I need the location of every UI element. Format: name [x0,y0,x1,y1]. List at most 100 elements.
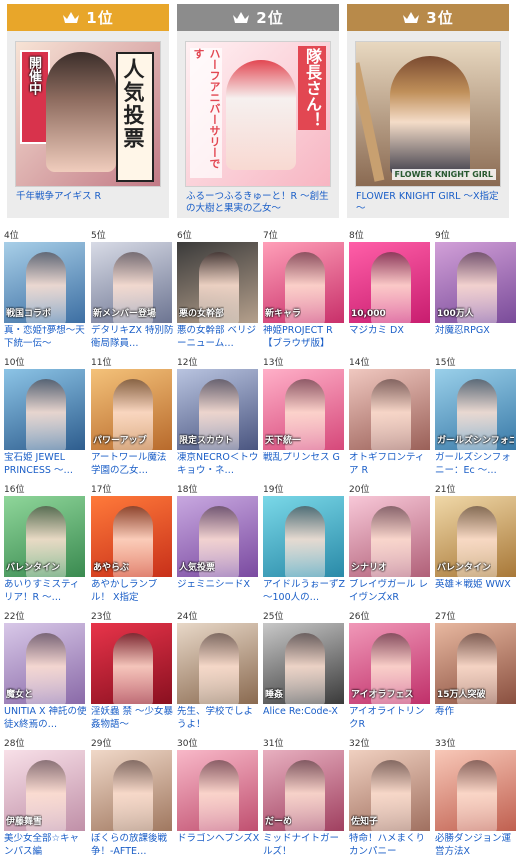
ranking-item[interactable]: 4位 戦国コラボ 真・恋姫†夢想～天下統一伝～ [2,230,88,351]
game-title[interactable]: マジカミ DX [349,325,433,351]
game-title-3[interactable]: FLOWER KNIGHT GIRL ～X指定～ [356,191,504,215]
ranking-item[interactable]: 12位 限定スカウト 凍京NECRO＜トウキョウ・ネ… [175,357,261,478]
ranking-item[interactable]: 33位 必勝ダンジョン運営方法X [433,738,517,859]
game-title[interactable]: UNITIA X 神託の使徒x終焉の… [4,706,88,732]
game-thumbnail-1[interactable]: 開催中 人気投票 [15,41,161,187]
game-title[interactable]: 先生、学校でしようよ！ [177,706,261,732]
game-title[interactable]: アートワール魔法学園の乙女… [91,452,175,478]
game-title[interactable]: ブレイヴガール レイヴンズxR [349,579,433,605]
game-thumbnail[interactable]: 人気投票 [177,496,258,577]
ranking-item[interactable]: 9位 100万人 対魔忍RPGX [433,230,517,351]
game-thumbnail[interactable]: アイオラフェス [349,623,430,704]
top-card-1[interactable]: 1位 開催中 人気投票 千年戦争アイギス R [7,4,169,218]
game-thumbnail[interactable]: 魔女と [4,623,85,704]
game-thumbnail[interactable] [177,750,258,831]
game-thumbnail[interactable]: シナリオ [349,496,430,577]
game-title[interactable]: ガールズシンフォニー：Ec ～… [435,452,517,478]
game-thumbnail[interactable]: 限定スカウト [177,369,258,450]
game-thumbnail[interactable]: 15万人突破 [435,623,516,704]
game-thumbnail[interactable]: 天下統一 [263,369,344,450]
ranking-item[interactable]: 29位 ぼくらの放課後戦争！-AFTE… [89,738,175,859]
game-thumbnail[interactable]: あやらぶ [91,496,172,577]
game-title-2[interactable]: ふるーつふるきゅーと！R ～創生の大樹と果実の乙女～ [186,191,334,215]
game-thumbnail[interactable]: ガールズシンフォニー [435,369,516,450]
ranking-item[interactable]: 6位 悪の女幹部 悪の女幹部 ベリジーニューム… [175,230,261,351]
ranking-item[interactable]: 24位 先生、学校でしようよ！ [175,611,261,732]
game-thumbnail[interactable] [91,623,172,704]
game-title[interactable]: Alice Re:Code-X [263,706,347,732]
game-title[interactable]: オトギフロンティア R [349,452,433,478]
ranking-item[interactable]: 25位 睡姦 Alice Re:Code-X [261,611,347,732]
game-thumbnail[interactable]: 100万人 [435,242,516,323]
game-title[interactable]: ジェミニシードX [177,579,261,605]
game-title[interactable]: 戦乱プリンセス G [263,452,347,478]
game-thumbnail[interactable]: だーめ [263,750,344,831]
ranking-item[interactable]: 16位 バレンタイン あいりすミスティリア！R ～… [2,484,88,605]
game-title[interactable]: あやかしランブル！ X指定 [91,579,175,605]
ranking-item[interactable]: 21位 バレンタイン 英雄＊戦姫 WWX [433,484,517,605]
game-title[interactable]: 英雄＊戦姫 WWX [435,579,517,605]
ranking-item[interactable]: 20位 シナリオ ブレイヴガール レイヴンズxR [347,484,433,605]
ranking-item[interactable]: 15位ガールズシンフォニーガールズシンフォニー：Ec ～… [433,357,517,478]
game-title[interactable]: アイドルうぉーずZ～100人の… [263,579,347,605]
game-thumbnail-3[interactable]: FLOWER KNIGHT GIRL [355,41,501,187]
ranking-item[interactable]: 28位 伊藤舞雪 美少女全部☆キャンパス編 [2,738,88,859]
ranking-item[interactable]: 8位 10,000 マジカミ DX [347,230,433,351]
game-title[interactable]: アイオライトリンクR [349,706,433,732]
ranking-item[interactable]: 19位 アイドルうぉーずZ～100人の… [261,484,347,605]
game-title[interactable]: 真・恋姫†夢想～天下統一伝～ [4,325,88,351]
game-title[interactable]: 宝石姫 JEWEL PRINCESS ～… [4,452,88,478]
game-title[interactable]: 美少女全部☆キャンパス編 [4,833,88,859]
game-thumbnail[interactable]: 戦国コラボ [4,242,85,323]
game-thumbnail-2[interactable]: 隊長さん！ ハーフアニバーサリーです [185,41,331,187]
ranking-item[interactable]: 18位 人気投票 ジェミニシードX [175,484,261,605]
game-title[interactable]: デタリキZX 特別防衛局隊員… [91,325,175,351]
game-title[interactable]: 特命！ハメまくりカンパニー [349,833,433,859]
game-thumbnail[interactable]: 悪の女幹部 [177,242,258,323]
game-thumbnail[interactable]: バレンタイン [435,496,516,577]
ranking-item[interactable]: 13位 天下統一 戦乱プリンセス G [261,357,347,478]
ranking-item[interactable]: 32位 佐知子 特命！ハメまくりカンパニー [347,738,433,859]
ranking-item[interactable]: 14位 オトギフロンティア R [347,357,433,478]
ranking-item[interactable]: 22位 魔女と UNITIA X 神託の使徒x終焉の… [2,611,88,732]
top-card-3[interactable]: 3位 FLOWER KNIGHT GIRL FLOWER KNIGHT GIRL… [347,4,509,218]
ranking-item[interactable]: 31位 だーめ ミッドナイトガールズ！ [261,738,347,859]
ranking-item[interactable]: 7位 新キャラ 神姫PROJECT R【ブラウザ版】 [261,230,347,351]
game-thumbnail[interactable]: 伊藤舞雪 [4,750,85,831]
ranking-item[interactable]: 30位 ドラゴンヘブンズX [175,738,261,859]
game-thumbnail[interactable] [263,496,344,577]
game-title[interactable]: ミッドナイトガールズ！ [263,833,347,859]
game-thumbnail[interactable] [91,750,172,831]
game-title[interactable]: 淫妖蟲 禁 ～少女暴姦物語～ [91,706,175,732]
game-title[interactable]: あいりすミスティリア！R ～… [4,579,88,605]
ranking-item[interactable]: 11位 パワーアップ アートワール魔法学園の乙女… [89,357,175,478]
game-thumbnail[interactable] [177,623,258,704]
game-thumbnail[interactable]: 睡姦 [263,623,344,704]
game-thumbnail[interactable]: バレンタイン [4,496,85,577]
top-card-2[interactable]: 2位 隊長さん！ ハーフアニバーサリーです ふるーつふるきゅーと！R ～創生の大… [177,4,339,218]
game-title[interactable]: ドラゴンヘブンズX [177,833,261,859]
game-title[interactable]: 凍京NECRO＜トウキョウ・ネ… [177,452,261,478]
game-thumbnail[interactable] [349,369,430,450]
game-title[interactable]: 寿作 [435,706,517,732]
game-thumbnail[interactable]: 新キャラ [263,242,344,323]
game-title[interactable]: 悪の女幹部 ベリジーニューム… [177,325,261,351]
game-title[interactable]: 対魔忍RPGX [435,325,517,351]
game-title[interactable]: 必勝ダンジョン運営方法X [435,833,517,859]
ranking-item[interactable]: 10位 宝石姫 JEWEL PRINCESS ～… [2,357,88,478]
game-thumbnail[interactable]: パワーアップ [91,369,172,450]
ranking-item[interactable]: 27位 15万人突破 寿作 [433,611,517,732]
game-title[interactable]: ぼくらの放課後戦争！-AFTE… [91,833,175,859]
game-thumbnail[interactable]: 新メンバー登場 [91,242,172,323]
game-title-1[interactable]: 千年戦争アイギス R [16,191,164,203]
game-thumbnail[interactable] [435,750,516,831]
game-thumbnail[interactable]: 佐知子 [349,750,430,831]
ranking-item[interactable]: 5位 新メンバー登場 デタリキZX 特別防衛局隊員… [89,230,175,351]
game-title[interactable]: 神姫PROJECT R【ブラウザ版】 [263,325,347,351]
ranking-item[interactable]: 26位 アイオラフェス アイオライトリンクR [347,611,433,732]
thumbnail-tag: バレンタイン [437,563,492,573]
game-thumbnail[interactable]: 10,000 [349,242,430,323]
game-thumbnail[interactable] [4,369,85,450]
ranking-item[interactable]: 17位 あやらぶ あやかしランブル！ X指定 [89,484,175,605]
ranking-item[interactable]: 23位 淫妖蟲 禁 ～少女暴姦物語～ [89,611,175,732]
